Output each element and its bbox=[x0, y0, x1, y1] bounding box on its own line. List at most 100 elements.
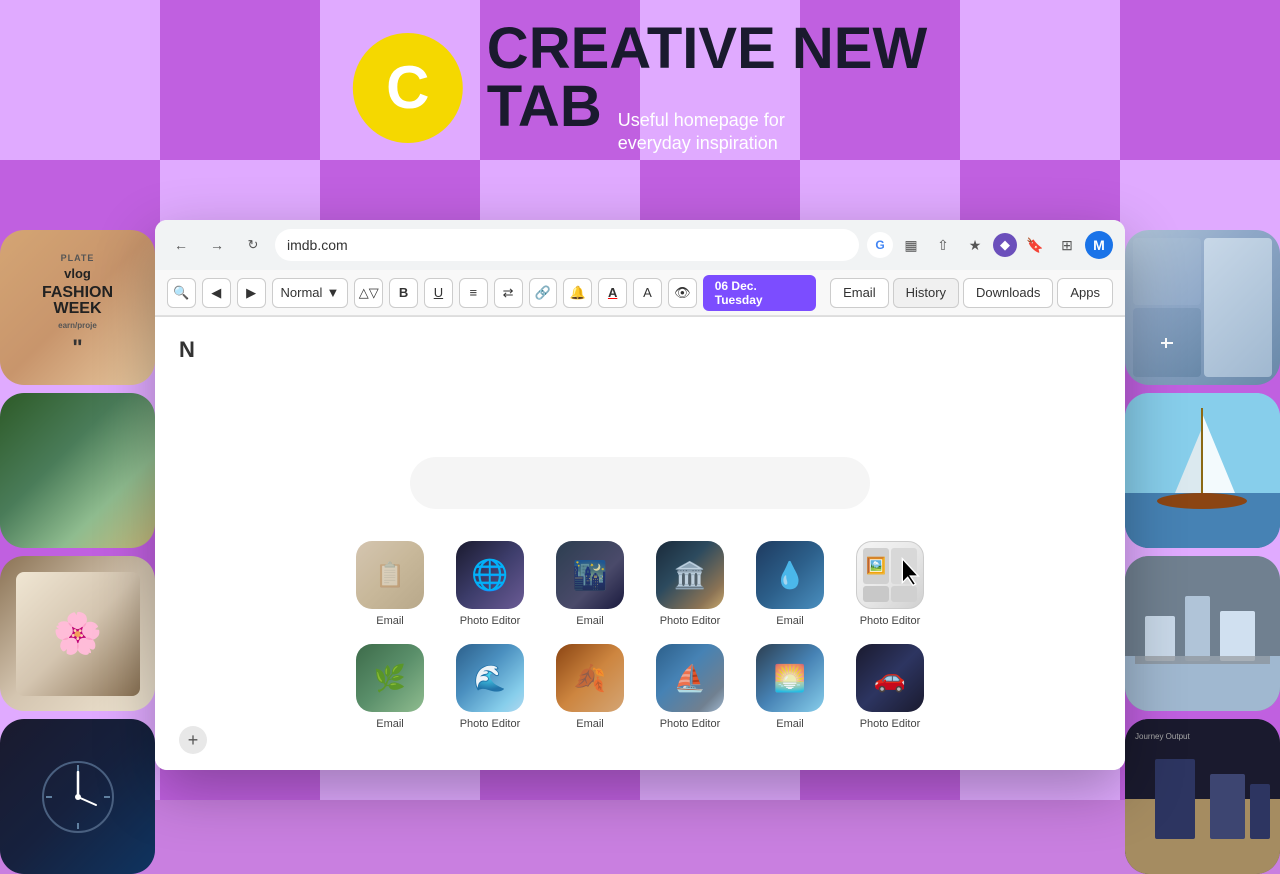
email-icon-1: 📋 bbox=[356, 541, 424, 609]
fashion-image: PLATE vlog FASHIONWEEK earn/proje " bbox=[0, 230, 155, 385]
abstract-image: 🌸 bbox=[0, 556, 155, 711]
email-icon-6-inner: 🌅 bbox=[756, 644, 824, 712]
title-line2-row: TAB Useful homepage for everyday inspira… bbox=[487, 78, 927, 156]
font-color-button[interactable]: A bbox=[598, 278, 627, 308]
email-icon-6: 🌅 bbox=[756, 644, 824, 712]
app-item-email-1[interactable]: 📋 Email bbox=[350, 541, 430, 628]
app-label-email-3: Email bbox=[776, 615, 804, 628]
bold-button[interactable]: B bbox=[389, 278, 418, 308]
title-line2: TAB bbox=[487, 78, 602, 136]
clock-image bbox=[0, 719, 155, 874]
app-label-photo-active: Photo Editor bbox=[860, 615, 921, 628]
photo-icon-2-inner: 🏛️ bbox=[656, 541, 724, 609]
email-icon-5: 🍂 bbox=[556, 644, 624, 712]
photo-icon-5: ⛵ bbox=[656, 644, 724, 712]
grid-icon-button[interactable]: ⊞ bbox=[1053, 231, 1081, 259]
photo-icon-5-inner: ⛵ bbox=[656, 644, 724, 712]
side-images-right: Journey Output bbox=[1125, 230, 1280, 874]
journey-output-image: Journey Output bbox=[1125, 719, 1280, 874]
app-grid: 📋 Email 🌐 Photo Editor 🌃 Email 🏛️ bbox=[350, 541, 930, 731]
downloads-nav-button[interactable]: Downloads bbox=[963, 278, 1053, 308]
bg-cell bbox=[160, 0, 320, 160]
extension-icon-button[interactable]: ◆ bbox=[993, 233, 1017, 257]
app-label-photo-2: Photo Editor bbox=[660, 615, 721, 628]
app-label-email-2: Email bbox=[576, 615, 604, 628]
email-icon-3: 💧 bbox=[756, 541, 824, 609]
email-icon-5-inner: 🍂 bbox=[556, 644, 624, 712]
star-icon-button[interactable]: ★ bbox=[961, 231, 989, 259]
app-item-email-4[interactable]: 🌿 Email bbox=[350, 644, 430, 731]
bg-cell bbox=[960, 0, 1120, 160]
search-bar-container bbox=[410, 457, 870, 509]
next-toolbar-button[interactable]: ▶ bbox=[237, 278, 266, 308]
photo-icon-4: 🌊 bbox=[456, 644, 524, 712]
text-size-button[interactable]: △▽ bbox=[354, 278, 383, 308]
note-button[interactable]: 🔔 bbox=[563, 278, 592, 308]
app-item-photo-4[interactable]: 🌊 Photo Editor bbox=[450, 644, 530, 731]
email-icon-4-inner: 🌿 bbox=[356, 644, 424, 712]
email-icon-1-inner: 📋 bbox=[356, 541, 424, 609]
photo-collage-image bbox=[1125, 230, 1280, 385]
address-bar-row: ← → ↻ G ▦ ⇧ ★ ◆ 🔖 ⊞ M bbox=[155, 220, 1125, 270]
header-text: CREATIVE NEW TAB Useful homepage for eve… bbox=[487, 20, 927, 156]
app-label-email-6: Email bbox=[776, 718, 804, 731]
header: C CREATIVE NEW TAB Useful homepage for e… bbox=[353, 20, 927, 156]
search-toolbar-button[interactable]: 🔍 bbox=[167, 278, 196, 308]
email-icon-4: 🌿 bbox=[356, 644, 424, 712]
back-button[interactable]: ← bbox=[167, 231, 195, 259]
profile-button[interactable]: M bbox=[1085, 231, 1113, 259]
sailboat-image bbox=[1125, 393, 1280, 548]
app-item-photo-active[interactable]: 🖼️ Photo Editor bbox=[850, 541, 930, 628]
photo-icon-6-inner: 🚗 bbox=[856, 644, 924, 712]
app-item-email-5[interactable]: 🍂 Email bbox=[550, 644, 630, 731]
app-label-email-4: Email bbox=[376, 718, 404, 731]
google-icon-button[interactable]: G bbox=[867, 232, 893, 258]
eye-button[interactable]: 👁 bbox=[668, 278, 697, 308]
app-item-photo-5[interactable]: ⛵ Photo Editor bbox=[650, 644, 730, 731]
search-input[interactable] bbox=[410, 457, 870, 509]
app-label-email-1: Email bbox=[376, 615, 404, 628]
app-label-photo-4: Photo Editor bbox=[460, 718, 521, 731]
email-icon-2-inner: 🌃 bbox=[556, 541, 624, 609]
content-area: N 📋 Email 🌐 Photo Editor 🌃 bbox=[155, 317, 1125, 770]
photo-icon-4-inner: 🌊 bbox=[456, 644, 524, 712]
email-icon-3-inner: 💧 bbox=[756, 541, 824, 609]
content-letter: N bbox=[179, 337, 195, 363]
logo-circle: C bbox=[353, 33, 463, 143]
screenshot-icon-button[interactable]: ▦ bbox=[897, 231, 925, 259]
bookmark-icon-button[interactable]: 🔖 bbox=[1021, 231, 1049, 259]
app-label-photo-5: Photo Editor bbox=[660, 718, 721, 731]
apps-nav-button[interactable]: Apps bbox=[1057, 278, 1113, 308]
prev-toolbar-button[interactable]: ◀ bbox=[202, 278, 231, 308]
app-item-photo-1[interactable]: 🌐 Photo Editor bbox=[450, 541, 530, 628]
svg-text:Journey Output: Journey Output bbox=[1135, 732, 1190, 741]
landscape-image bbox=[0, 393, 155, 548]
text-style-button[interactable]: Normal ▼ bbox=[272, 278, 349, 308]
email-nav-button[interactable]: Email bbox=[830, 278, 889, 308]
app-item-email-6[interactable]: 🌅 Email bbox=[750, 644, 830, 731]
forward-button[interactable]: → bbox=[203, 231, 231, 259]
refresh-button[interactable]: ↻ bbox=[239, 231, 267, 259]
underline-button[interactable]: U bbox=[424, 278, 453, 308]
bg-cell bbox=[0, 0, 160, 160]
add-button[interactable]: + bbox=[179, 726, 207, 754]
list-unordered-button[interactable]: ≡ bbox=[459, 278, 488, 308]
photo-icon-1: 🌐 bbox=[456, 541, 524, 609]
toolbar-nav-buttons: Email History Downloads Apps bbox=[830, 278, 1113, 308]
app-item-email-3[interactable]: 💧 Email bbox=[750, 541, 830, 628]
list-ordered-button[interactable]: ⇄ bbox=[494, 278, 523, 308]
browser-window: ← → ↻ G ▦ ⇧ ★ ◆ 🔖 ⊞ M 🔍 ◀ ▶ Normal ▼ bbox=[155, 220, 1125, 770]
address-input[interactable] bbox=[275, 229, 859, 261]
text-format-button[interactable]: A bbox=[633, 278, 662, 308]
app-item-email-2[interactable]: 🌃 Email bbox=[550, 541, 630, 628]
date-badge: 06 Dec. Tuesday bbox=[703, 275, 816, 311]
photo-icon-active: 🖼️ bbox=[856, 541, 924, 609]
logo-letter: C bbox=[386, 53, 429, 122]
header-subtitle: Useful homepage for everyday inspiration bbox=[618, 109, 785, 156]
share-icon-button[interactable]: ⇧ bbox=[929, 231, 957, 259]
app-item-photo-6[interactable]: 🚗 Photo Editor bbox=[850, 644, 930, 731]
link-button[interactable]: 🔗 bbox=[529, 278, 558, 308]
app-item-photo-2[interactable]: 🏛️ Photo Editor bbox=[650, 541, 730, 628]
photo-icon-1-inner: 🌐 bbox=[456, 541, 524, 609]
history-nav-button[interactable]: History bbox=[893, 278, 959, 308]
